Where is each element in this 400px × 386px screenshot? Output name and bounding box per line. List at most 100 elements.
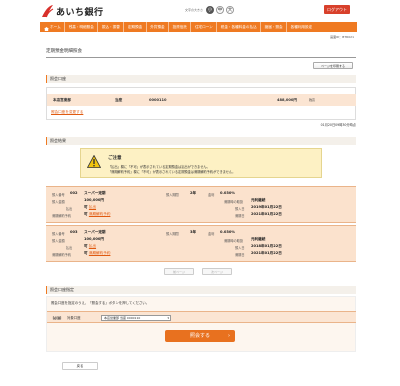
deposit-method-label: 満期時の取扱 bbox=[224, 200, 244, 204]
caution-box: ご注意 「払出」欄に「不可」が表示されている定期預金は払出ができません。 「満期… bbox=[80, 148, 322, 178]
deposit-product: スーパー定期 bbox=[84, 191, 106, 195]
account-balance-suffix: 残高 bbox=[309, 98, 316, 102]
nav-investment-trust[interactable]: 投資信託 bbox=[169, 22, 192, 32]
bank-logo[interactable]: あいち銀行 bbox=[40, 4, 104, 18]
prev-page-button[interactable]: 前ページ bbox=[164, 268, 194, 275]
select-box: 照会口座を指定のうえ、「照会する」ボタンを押してください。 【必須】 対象口座 … bbox=[46, 296, 356, 352]
reserve-link[interactable]: 満期解約予約 bbox=[89, 212, 111, 216]
deposit-reserve-label: 満期解約予約 bbox=[52, 253, 72, 257]
change-account-link[interactable]: 照会口座を変更する bbox=[51, 110, 83, 115]
deposit-rate: 0.030% bbox=[220, 191, 235, 195]
deposit-product: スーパー定期 bbox=[84, 230, 106, 234]
deposit-withdraw-label: 払出 bbox=[66, 246, 73, 250]
logout-button[interactable]: ログアウト bbox=[324, 5, 350, 14]
deposit-amount: 100,000円 bbox=[84, 237, 104, 241]
nav-settings[interactable]: 各種利用設定 bbox=[287, 22, 316, 32]
deposit-maturity-label: 満期日 bbox=[235, 214, 245, 218]
font-size-large-button[interactable]: 大 bbox=[226, 6, 235, 14]
font-size-switcher: 文字の大きさ 小 中 大 bbox=[185, 6, 236, 14]
deposit-maturity: 2021年01月22日 bbox=[251, 212, 282, 216]
account-number: 0000110 bbox=[149, 98, 167, 102]
deposit-reserve-label: 満期解約予約 bbox=[52, 214, 72, 218]
account-box: 本店営業部 当座 0000110 488,000円 残高 照会口座を変更する bbox=[46, 87, 356, 120]
deposit-no-label: 預入番号 bbox=[52, 193, 65, 197]
deposit-maturity-label: 満期日 bbox=[235, 253, 245, 257]
reserve-link[interactable]: 満期解約予約 bbox=[89, 251, 111, 255]
nav-balance[interactable]: 残高・明細照会 bbox=[65, 22, 99, 32]
target-account-label: 対象口座 bbox=[67, 316, 81, 320]
target-account-value: 本店営業部 当座 0000110 bbox=[104, 316, 141, 320]
account-section-heading: 照会口座 bbox=[46, 75, 356, 83]
account-type: 当座 bbox=[115, 98, 123, 102]
withdraw-link[interactable]: 払出 bbox=[89, 244, 96, 248]
deposit-amount: 100,000円 bbox=[84, 198, 104, 202]
deposit-withdraw-label: 払出 bbox=[66, 207, 73, 211]
nav-time-deposit[interactable]: 定期預金 bbox=[124, 22, 147, 32]
back-button[interactable]: 戻る bbox=[62, 362, 98, 370]
deposit-withdraw-value: 可 bbox=[84, 244, 88, 248]
deposit-withdraw-value: 可 bbox=[84, 205, 88, 209]
deposit-rate: 0.030% bbox=[220, 230, 235, 234]
submit-inquiry-label: 照会する bbox=[189, 333, 210, 339]
screen-id: 画面ID：BTR021 bbox=[330, 35, 354, 39]
warning-icon bbox=[86, 154, 102, 168]
bank-name: あいち銀行 bbox=[56, 7, 104, 18]
select-row: 【必須】 対象口座 本店営業部 当座 0000110 ▾ bbox=[47, 311, 356, 323]
nav-home-label: ホーム bbox=[50, 25, 61, 29]
account-row: 本店営業部 当座 0000110 488,000円 残高 bbox=[47, 94, 356, 106]
deposit-withdraw-cell: 可 払出 bbox=[84, 244, 96, 249]
font-size-medium-button[interactable]: 中 bbox=[216, 6, 225, 14]
deposit-method: 元利継続 bbox=[251, 237, 266, 241]
deposit-start: 2018年01月22日 bbox=[251, 244, 282, 248]
deposit-no-label: 預入番号 bbox=[52, 232, 65, 236]
deposit-amount-label: 預入金額 bbox=[52, 200, 65, 204]
bank-logo-icon bbox=[40, 4, 54, 18]
nav-notifications[interactable]: 諸届・照会 bbox=[261, 22, 288, 32]
submit-inquiry-button[interactable]: 照会する › bbox=[165, 330, 235, 342]
caution-title: ご注意 bbox=[108, 156, 122, 161]
select-section-heading: 照会口座指定 bbox=[46, 286, 356, 294]
deposit-reserve-value: 可 bbox=[84, 212, 88, 216]
timestamp: 01月20日09時30分時点 bbox=[320, 123, 356, 127]
print-page-button[interactable]: ページを印刷する bbox=[313, 62, 353, 69]
deposit-reserve-cell: 可 満期解約予約 bbox=[84, 212, 110, 217]
select-note: 照会口座を指定のうえ、「照会する」ボタンを押してください。 bbox=[51, 301, 150, 305]
font-size-label: 文字の大きさ bbox=[185, 8, 204, 12]
home-icon bbox=[43, 25, 49, 31]
deposit-term-label: 預入期間 bbox=[166, 193, 179, 197]
deposit-card: 預入番号 002 スーパー定期 預入金額 100,000円 払出 可 払出 満期… bbox=[46, 186, 356, 223]
deposit-no: 002 bbox=[70, 191, 78, 195]
deposit-rate-label: 金利 bbox=[208, 232, 215, 236]
deposit-start-label: 預入日 bbox=[235, 246, 245, 250]
deposit-maturity: 2021年01月22日 bbox=[251, 251, 282, 255]
nav-transfer[interactable]: 振込・振替 bbox=[98, 22, 125, 32]
deposit-reserve-value: 可 bbox=[84, 251, 88, 255]
deposit-rate-label: 金利 bbox=[208, 193, 215, 197]
deposit-term-label: 預入期間 bbox=[166, 232, 179, 236]
nav-tax-payment[interactable]: 税金・各種料金の払込 bbox=[217, 22, 262, 32]
header: あいち銀行 文字の大きさ 小 中 大 ログアウト bbox=[0, 0, 400, 22]
main-nav: ホーム 残高・明細照会 振込・振替 定期預金 外貨預金 投資信託 住宅ローン 税… bbox=[40, 22, 357, 32]
deposit-start: 2019年01月22日 bbox=[251, 205, 282, 209]
results-section-heading: 照会結果 bbox=[46, 137, 356, 145]
deposit-no: 003 bbox=[70, 230, 78, 234]
title-divider bbox=[46, 57, 356, 58]
nav-housing-loan[interactable]: 住宅ローン bbox=[191, 22, 218, 32]
caution-line-2: 「満期解約予約」欄に「不可」が表示されている定期預金は満期解約予約ができません。 bbox=[108, 170, 236, 174]
account-balance: 488,000円 bbox=[277, 98, 297, 102]
deposit-card: 預入番号 003 スーパー定期 預入金額 100,000円 払出 可 払出 満期… bbox=[46, 225, 356, 262]
chevron-right-icon: › bbox=[228, 333, 230, 339]
required-badge: 【必須】 bbox=[51, 316, 64, 320]
deposit-term: 2年 bbox=[190, 191, 197, 195]
withdraw-link[interactable]: 払出 bbox=[89, 205, 96, 209]
page-title: 定期預金明細照会 bbox=[46, 49, 82, 54]
deposit-withdraw-cell: 可 払出 bbox=[84, 205, 96, 210]
target-account-select[interactable]: 本店営業部 当座 0000110 ▾ bbox=[101, 315, 171, 321]
font-size-small-button[interactable]: 小 bbox=[206, 6, 215, 14]
nav-home[interactable]: ホーム bbox=[40, 22, 66, 32]
nav-foreign-deposit[interactable]: 外貨預金 bbox=[147, 22, 170, 32]
deposit-term: 3年 bbox=[190, 230, 197, 234]
deposit-method-label: 満期時の取扱 bbox=[224, 239, 244, 243]
deposit-reserve-cell: 可 満期解約予約 bbox=[84, 251, 110, 256]
next-page-button[interactable]: 次ページ bbox=[202, 268, 232, 275]
